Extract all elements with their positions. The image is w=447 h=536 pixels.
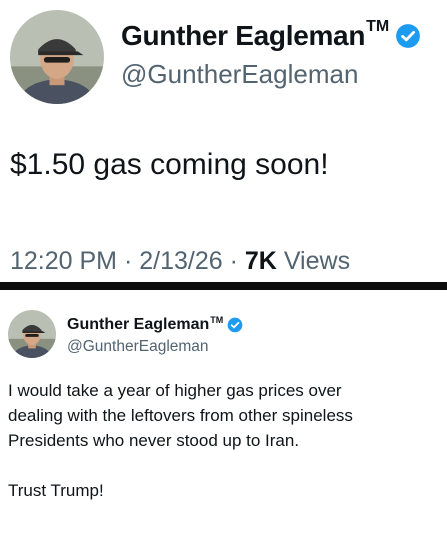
avatar[interactable] xyxy=(8,310,56,358)
tweet-text: I would take a year of higher gas prices… xyxy=(8,378,447,503)
trademark-mark: TM xyxy=(366,18,390,35)
top-tweet-screenshot: Gunther Eagleman TM @GuntherEagleman $1.… xyxy=(0,0,447,282)
views-label: Views xyxy=(283,247,351,275)
author-name-row: Gunther Eagleman TM xyxy=(121,16,421,56)
screenshot-divider xyxy=(0,282,447,290)
meta-separator: · xyxy=(123,247,133,275)
tweet-text: $1.50 gas coming soon! xyxy=(10,148,329,181)
profile-photo xyxy=(8,310,56,358)
author-handle[interactable]: @GuntherEagleman xyxy=(67,338,209,356)
verified-badge-icon xyxy=(227,317,243,333)
tweet-paragraph: Trust Trump! xyxy=(8,481,104,500)
meta-separator: · xyxy=(229,247,238,275)
tweet-meta: 12:20 PM · 2/13/26 · 7K Views xyxy=(10,247,350,276)
author-handle[interactable]: @GuntherEagleman xyxy=(121,59,358,90)
tweet-date[interactable]: 2/13/26 xyxy=(139,247,222,275)
bottom-tweet-screenshot: Gunther Eagleman TM @GuntherEagleman I w… xyxy=(0,290,447,536)
views-count: 7K xyxy=(244,247,277,275)
author-name-row: Gunther Eagleman TM xyxy=(67,314,243,336)
tweet-paragraph: I would take a year of higher gas prices… xyxy=(8,381,353,450)
trademark-mark: TM xyxy=(210,315,224,325)
tweet-time[interactable]: 12:20 PM xyxy=(10,247,117,275)
verified-badge-icon xyxy=(395,23,421,49)
author-name[interactable]: Gunther Eagleman xyxy=(67,316,209,334)
author-name[interactable]: Gunther Eagleman xyxy=(121,20,365,52)
avatar[interactable] xyxy=(10,10,104,104)
profile-photo xyxy=(10,10,104,104)
